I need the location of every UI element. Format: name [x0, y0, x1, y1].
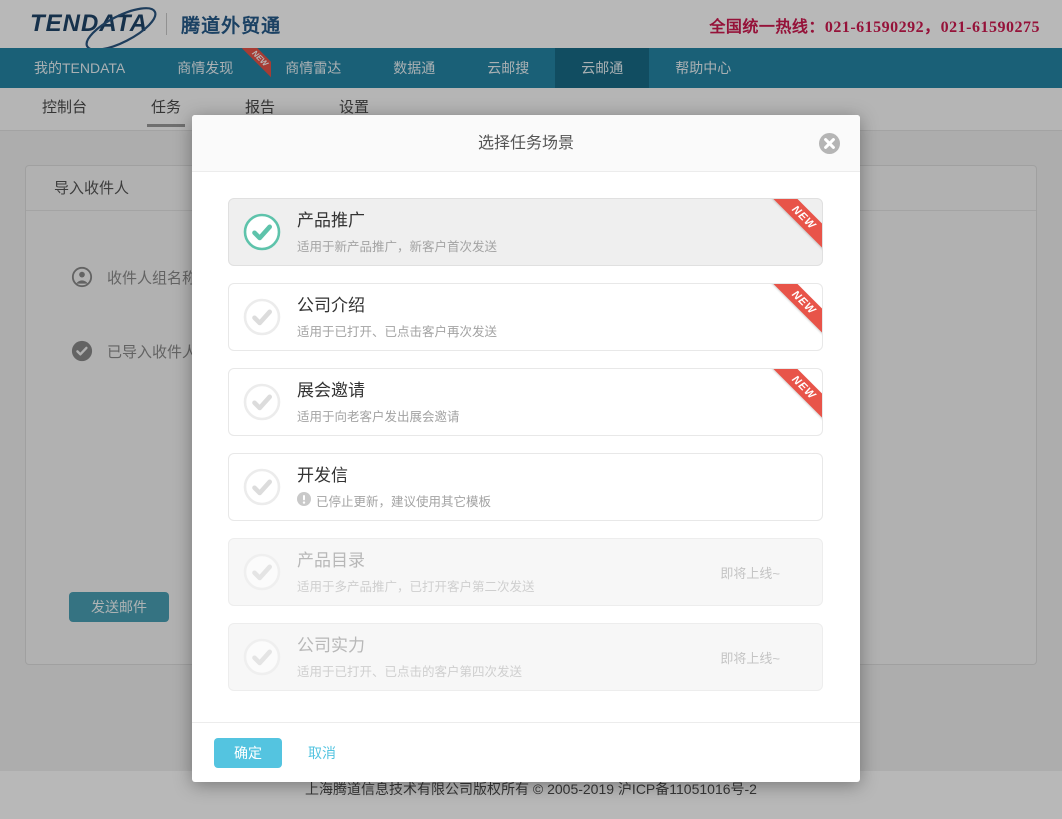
new-ribbon-label: NEW — [770, 368, 823, 421]
modal-footer: 确定 取消 — [192, 722, 860, 782]
option-desc: 适用于已打开、已点击的客户第四次发送 — [297, 661, 522, 680]
cancel-button[interactable]: 取消 — [308, 743, 336, 763]
new-ribbon: NEW — [769, 283, 823, 337]
option-desc-text: 适用于新产品推广，新客户首次发送 — [297, 236, 497, 255]
checked-circle-icon — [243, 213, 281, 251]
option-text: 产品目录适用于多产品推广，已打开客户第二次发送 — [297, 550, 535, 595]
option-title: 产品推广 — [297, 210, 497, 232]
new-ribbon-label: NEW — [770, 198, 823, 251]
scenario-option-开发信[interactable]: 开发信已停止更新，建议使用其它模板 — [228, 453, 823, 521]
option-desc-text: 适用于已打开、已点击客户再次发送 — [297, 321, 497, 340]
new-ribbon: NEW — [769, 368, 823, 422]
unchecked-circle-icon — [243, 298, 281, 336]
scenario-option-展会邀请[interactable]: 展会邀请适用于向老客户发出展会邀请 NEW — [228, 368, 823, 436]
option-title: 公司介绍 — [297, 295, 497, 317]
info-icon — [297, 492, 311, 509]
coming-soon-label: 即将上线~ — [720, 648, 780, 667]
confirm-button[interactable]: 确定 — [214, 738, 282, 768]
option-text: 产品推广适用于新产品推广，新客户首次发送 — [297, 210, 497, 255]
new-ribbon: NEW — [769, 198, 823, 252]
option-text: 开发信已停止更新，建议使用其它模板 — [297, 465, 491, 510]
scenario-list: 产品推广适用于新产品推广，新客户首次发送NEW公司介绍适用于已打开、已点击客户再… — [192, 172, 860, 722]
option-title: 开发信 — [297, 465, 491, 487]
option-desc: 适用于已打开、已点击客户再次发送 — [297, 321, 497, 340]
option-desc: 适用于向老客户发出展会邀请 — [297, 406, 460, 425]
new-ribbon-label: NEW — [770, 283, 823, 336]
scenario-option-公司实力: 公司实力适用于已打开、已点击的客户第四次发送 即将上线~ — [228, 623, 823, 691]
option-text: 展会邀请适用于向老客户发出展会邀请 — [297, 380, 460, 425]
option-title: 公司实力 — [297, 635, 522, 657]
scenario-option-产品推广[interactable]: 产品推广适用于新产品推广，新客户首次发送 NEW — [228, 198, 823, 266]
option-desc-text: 适用于已打开、已点击的客户第四次发送 — [297, 661, 522, 680]
option-title: 产品目录 — [297, 550, 535, 572]
option-desc-text: 已停止更新，建议使用其它模板 — [316, 491, 491, 510]
option-desc-text: 适用于多产品推广，已打开客户第二次发送 — [297, 576, 535, 595]
modal-title: 选择任务场景 — [478, 135, 574, 152]
option-text: 公司实力适用于已打开、已点击的客户第四次发送 — [297, 635, 522, 680]
option-desc-text: 适用于向老客户发出展会邀请 — [297, 406, 460, 425]
task-scenario-modal: 选择任务场景 产品推广适用于新产品推广，新客户首次发送NEW公司介绍适用于已打开… — [192, 115, 860, 782]
option-title: 展会邀请 — [297, 380, 460, 402]
option-desc: 适用于新产品推广，新客户首次发送 — [297, 236, 497, 255]
option-desc: 适用于多产品推广，已打开客户第二次发送 — [297, 576, 535, 595]
unchecked-circle-icon — [243, 383, 281, 421]
coming-soon-label: 即将上线~ — [720, 563, 780, 582]
option-desc: 已停止更新，建议使用其它模板 — [297, 491, 491, 510]
unchecked-circle-icon — [243, 468, 281, 506]
close-icon[interactable] — [819, 133, 840, 154]
page: TENDATA 腾道外贸通 全国统一热线：021-61590292，021-61… — [0, 0, 1062, 819]
scenario-option-产品目录: 产品目录适用于多产品推广，已打开客户第二次发送 即将上线~ — [228, 538, 823, 606]
modal-header: 选择任务场景 — [192, 115, 860, 172]
option-text: 公司介绍适用于已打开、已点击客户再次发送 — [297, 295, 497, 340]
scenario-option-公司介绍[interactable]: 公司介绍适用于已打开、已点击客户再次发送 NEW — [228, 283, 823, 351]
unchecked-circle-icon — [243, 553, 281, 591]
unchecked-circle-icon — [243, 638, 281, 676]
